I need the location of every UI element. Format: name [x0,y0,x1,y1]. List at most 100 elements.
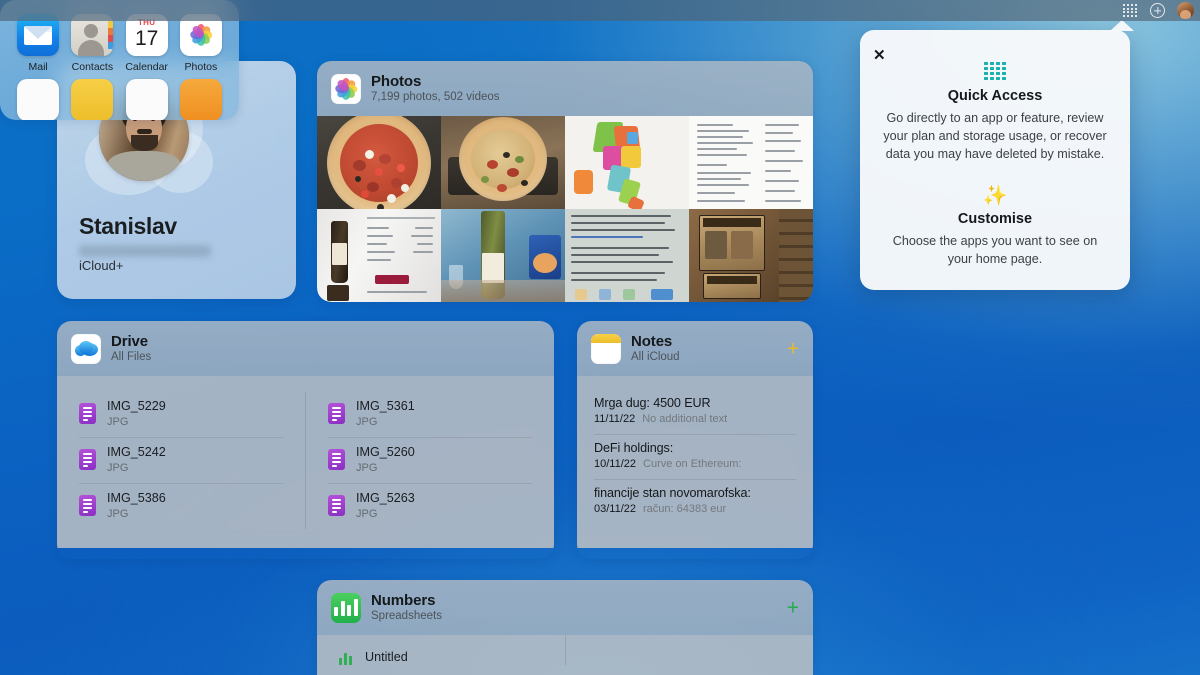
document-name: Untitled [365,649,408,664]
drive-file-column-left: IMG_5229 JPG IMG_5242 JPG IMG_5386 JPG [57,392,306,530]
file-ext: JPG [356,508,378,521]
avatar [1177,2,1194,19]
numbers-column-right [566,635,814,665]
list-item[interactable]: IMG_5263 JPG [328,484,532,529]
photos-pinwheel-icon [331,73,361,104]
dock-app-mail[interactable]: Mail [12,14,64,73]
drive-card[interactable]: Drive All Files IMG_5229 JPG IMG_5242 JP… [57,321,554,559]
file-ext: JPG [356,416,378,429]
popover-section-customise: ✨ Customise Choose the apps you want to … [860,164,1130,269]
list-item[interactable]: DeFi holdings: 10/11/22 Curve on Ethereu… [594,435,796,481]
photo-thumbnail[interactable] [317,209,441,302]
photo-thumbnail[interactable] [317,116,441,210]
list-item[interactable]: IMG_5386 JPG [79,484,283,529]
dock-app-label: Calendar [125,61,168,73]
photo-thumbnail[interactable] [689,209,813,302]
file-name: IMG_5242 [107,445,166,460]
popover-heading: Quick Access [947,88,1043,104]
list-item[interactable]: Untitled [339,648,543,666]
list-item[interactable]: IMG_5229 JPG [79,392,283,439]
note-snippet: račun: 64383 eur [643,503,727,516]
drive-card-header: Drive All Files [57,321,554,377]
jpg-file-icon [79,448,96,470]
icloud-drive-icon [71,333,101,364]
photo-thumbnail[interactable] [441,116,565,210]
photo-thumbnail[interactable] [565,116,689,210]
drive-card-subtitle: All Files [111,351,152,364]
file-ext: JPG [107,416,129,429]
app-launcher-button[interactable] [1123,4,1138,17]
new-spreadsheet-button[interactable]: + [787,597,799,618]
popover-heading: Customise [957,210,1033,227]
jpg-file-icon [328,494,345,516]
dock-app-photos[interactable]: Photos [175,14,227,73]
dock-app-contacts[interactable]: Contacts [66,14,118,73]
photo-thumbnail[interactable] [689,116,813,210]
grid-dots-icon [1123,4,1138,17]
file-name: IMG_5386 [107,491,166,506]
drive-card-title: Drive [111,333,149,350]
note-title: financije stan novomarofska: [594,486,751,501]
dock-app-label: Contacts [71,61,114,73]
photos-card-subtitle: 7,199 photos, 502 videos [371,91,500,104]
dock-second-row [0,73,239,120]
notes-card-title: Notes [631,333,673,350]
notes-icon [591,333,621,364]
profile-email-redacted [79,245,211,257]
profile-plan: iCloud+ [79,258,124,273]
photos-card-header: Photos 7,199 photos, 502 videos [317,61,813,117]
profile-name: Stanislav [79,213,177,239]
file-name: IMG_5229 [107,399,166,414]
magic-wand-icon: ✨ [982,184,1008,207]
dock-app-icon[interactable] [17,79,60,120]
popover-body: Choose the apps you want to see on your … [892,233,1098,266]
top-toolbar [0,0,1200,21]
file-name: IMG_5263 [356,491,415,506]
close-icon[interactable]: ✕ [873,48,886,63]
photo-thumbnail[interactable] [441,209,565,302]
dock-app-label: Photos [184,61,218,73]
dock-app-icon[interactable] [179,79,222,120]
notes-card-header: Notes All iCloud + [577,321,813,377]
notes-card[interactable]: Notes All iCloud + Mrga dug: 4500 EUR 11… [577,321,813,559]
numbers-icon [331,592,361,623]
jpg-file-icon [328,402,345,424]
file-ext: JPG [107,462,129,475]
popover-section-quick-access: Quick Access Go directly to an app or fe… [860,30,1130,164]
grid-dots-icon [984,62,1006,80]
list-item[interactable]: IMG_5242 JPG [79,438,283,485]
onboarding-popover: ✕ Quick Access Go directly to an app or … [860,20,1134,290]
drive-file-column-right: IMG_5361 JPG IMG_5260 JPG IMG_5263 JPG [306,392,554,529]
new-button[interactable] [1150,3,1165,18]
file-ext: JPG [107,508,129,521]
plus-circle-icon [1150,3,1165,18]
numbers-card-title: Numbers [371,592,436,609]
numbers-column-left: Untitled [317,635,566,666]
file-ext: JPG [356,462,378,475]
dock-app-label: Mail [28,61,48,73]
photos-card-title: Photos [371,73,422,90]
popover-tail [1110,20,1134,31]
note-title: Mrga dug: 4500 EUR [594,396,711,411]
numbers-card-subtitle: Spreadsheets [371,610,442,623]
list-item[interactable]: IMG_5260 JPG [328,438,532,485]
new-note-button[interactable]: + [787,338,799,359]
numbers-document-icon [339,648,354,666]
dock-app-icon[interactable] [125,79,168,120]
account-avatar-button[interactable] [1177,2,1194,19]
photo-thumbnail[interactable] [565,209,689,302]
file-name: IMG_5361 [356,399,415,414]
list-item[interactable]: financije stan novomarofska: 03/11/22 ra… [594,480,796,524]
numbers-card[interactable]: Numbers Spreadsheets + Untitled [317,580,813,675]
note-snippet: Curve on Ethereum: [643,458,742,471]
dock-app-calendar[interactable]: THU 17 Calendar [121,14,173,73]
note-date: 03/11/22 [594,503,637,516]
dock-app-icon[interactable] [71,79,114,120]
photo-thumbnail-grid [317,116,813,302]
calendar-day: 17 [134,27,159,50]
list-item[interactable]: Mrga dug: 4500 EUR 11/11/22 No additiona… [594,390,796,436]
photos-card[interactable]: Photos 7,199 photos, 502 videos [317,61,813,302]
list-item[interactable]: IMG_5361 JPG [328,392,532,439]
numbers-card-header: Numbers Spreadsheets + [317,580,813,636]
note-title: DeFi holdings: [594,441,674,456]
